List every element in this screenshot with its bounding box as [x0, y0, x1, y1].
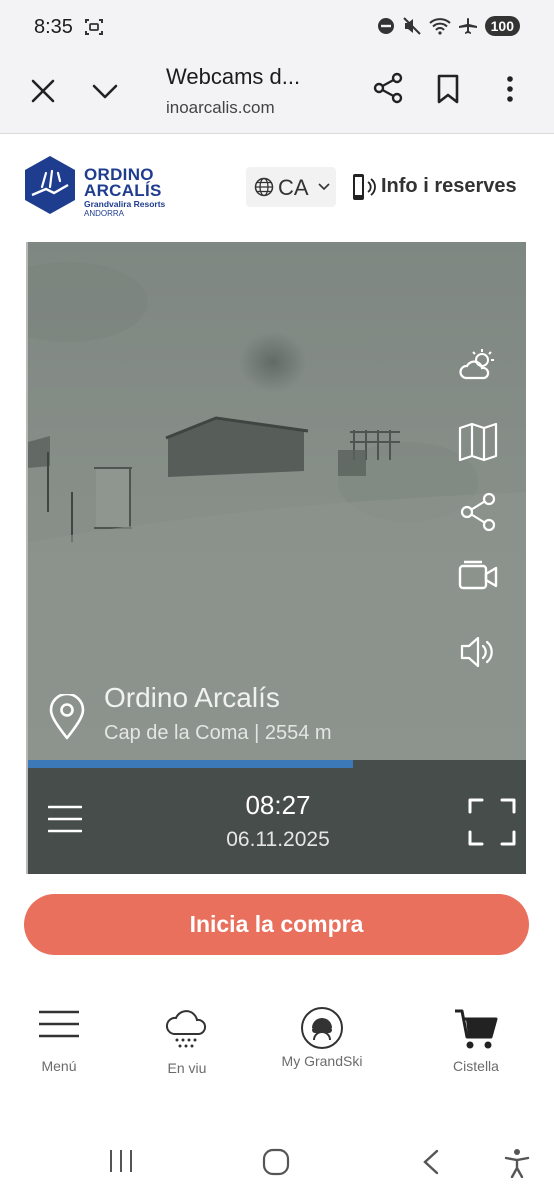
brand-country: ANDORRA	[84, 209, 125, 218]
nav-label-menu: Menú	[41, 1058, 77, 1074]
battery-indicator: 100	[484, 16, 520, 36]
recent-apps-icon[interactable]	[108, 1148, 134, 1174]
nav-item-cart[interactable]: Cistella	[421, 1006, 531, 1086]
location-pin-icon	[49, 694, 85, 740]
webcam-date: 06.11.2025	[226, 828, 330, 851]
share-icon[interactable]	[372, 72, 404, 104]
accessibility-icon[interactable]	[504, 1148, 530, 1178]
bookmark-icon[interactable]	[434, 74, 462, 104]
nav-label-my-grandski: My GrandSki	[281, 1053, 363, 1069]
brand-subtitle: Grandvalira Resorts	[84, 199, 166, 209]
language-code: CA	[278, 175, 309, 200]
weather-icon[interactable]	[458, 346, 498, 386]
webcam-player[interactable]: Ordino Arcalís Cap de la Coma | 2554 m 0…	[26, 242, 526, 874]
playback-progress-fill	[28, 760, 353, 768]
mute-icon	[402, 17, 421, 35]
hamburger-icon	[39, 1010, 79, 1038]
nav-label-cart: Cistella	[453, 1058, 499, 1074]
video-camera-icon[interactable]	[458, 556, 498, 596]
webcam-time: 08:27	[245, 790, 311, 820]
info-reservations-link[interactable]: Info i reserves	[381, 175, 517, 198]
playback-progress-track[interactable]	[28, 760, 526, 768]
chevron-down-icon[interactable]	[90, 76, 120, 106]
location-detail: Cap de la Coma | 2554 m	[104, 722, 332, 744]
home-icon[interactable]	[262, 1148, 290, 1176]
start-purchase-button[interactable]: Inicia la compra	[24, 894, 529, 955]
page-url[interactable]: inoarcalis.com	[166, 98, 275, 118]
bottom-navigation: Menú En viu My GrandSki Cistella	[0, 990, 554, 1120]
nav-label-live: En viu	[167, 1060, 207, 1076]
phone-icon[interactable]	[350, 173, 378, 201]
globe-icon	[254, 177, 274, 197]
do-not-disturb-icon	[377, 18, 394, 34]
cart-icon	[455, 1009, 498, 1049]
status-bar: 8:35 100	[0, 0, 554, 56]
more-options-icon[interactable]	[500, 74, 520, 104]
fullscreen-icon[interactable]	[468, 798, 516, 846]
chevron-down-icon	[318, 183, 330, 191]
webcam-control-bar: 08:27 06.11.2025	[28, 768, 526, 874]
airplane-icon	[458, 18, 477, 34]
skier-avatar-icon	[301, 1007, 343, 1049]
back-icon[interactable]	[420, 1148, 442, 1176]
brand-name-line2: ARCALÍS	[84, 181, 162, 200]
page-title[interactable]: Webcams d...	[166, 64, 300, 90]
speaker-icon[interactable]	[458, 632, 498, 672]
status-icons: 100	[377, 16, 520, 36]
wifi-icon	[428, 18, 451, 35]
language-selector[interactable]: CA	[246, 167, 336, 207]
status-time: 8:35	[34, 16, 73, 38]
location-name: Ordino Arcalís	[104, 682, 280, 713]
nav-item-my-grandski[interactable]: My GrandSki	[267, 1006, 377, 1086]
system-navigation-bar	[0, 1120, 554, 1200]
site-header: ORDINO ARCALÍS Grandvalira Resorts ANDOR…	[0, 135, 554, 242]
map-icon[interactable]	[458, 422, 498, 462]
close-icon[interactable]	[28, 76, 58, 106]
nav-item-live[interactable]: En viu	[132, 1006, 242, 1086]
nav-item-menu[interactable]: Menú	[4, 1006, 114, 1086]
snow-cloud-icon	[165, 1010, 207, 1048]
ordino-arcalis-logo[interactable]	[24, 155, 76, 215]
browser-toolbar: Webcams d... inoarcalis.com	[0, 56, 554, 134]
share-icon[interactable]	[458, 492, 498, 532]
screenshot-icon	[85, 19, 103, 35]
